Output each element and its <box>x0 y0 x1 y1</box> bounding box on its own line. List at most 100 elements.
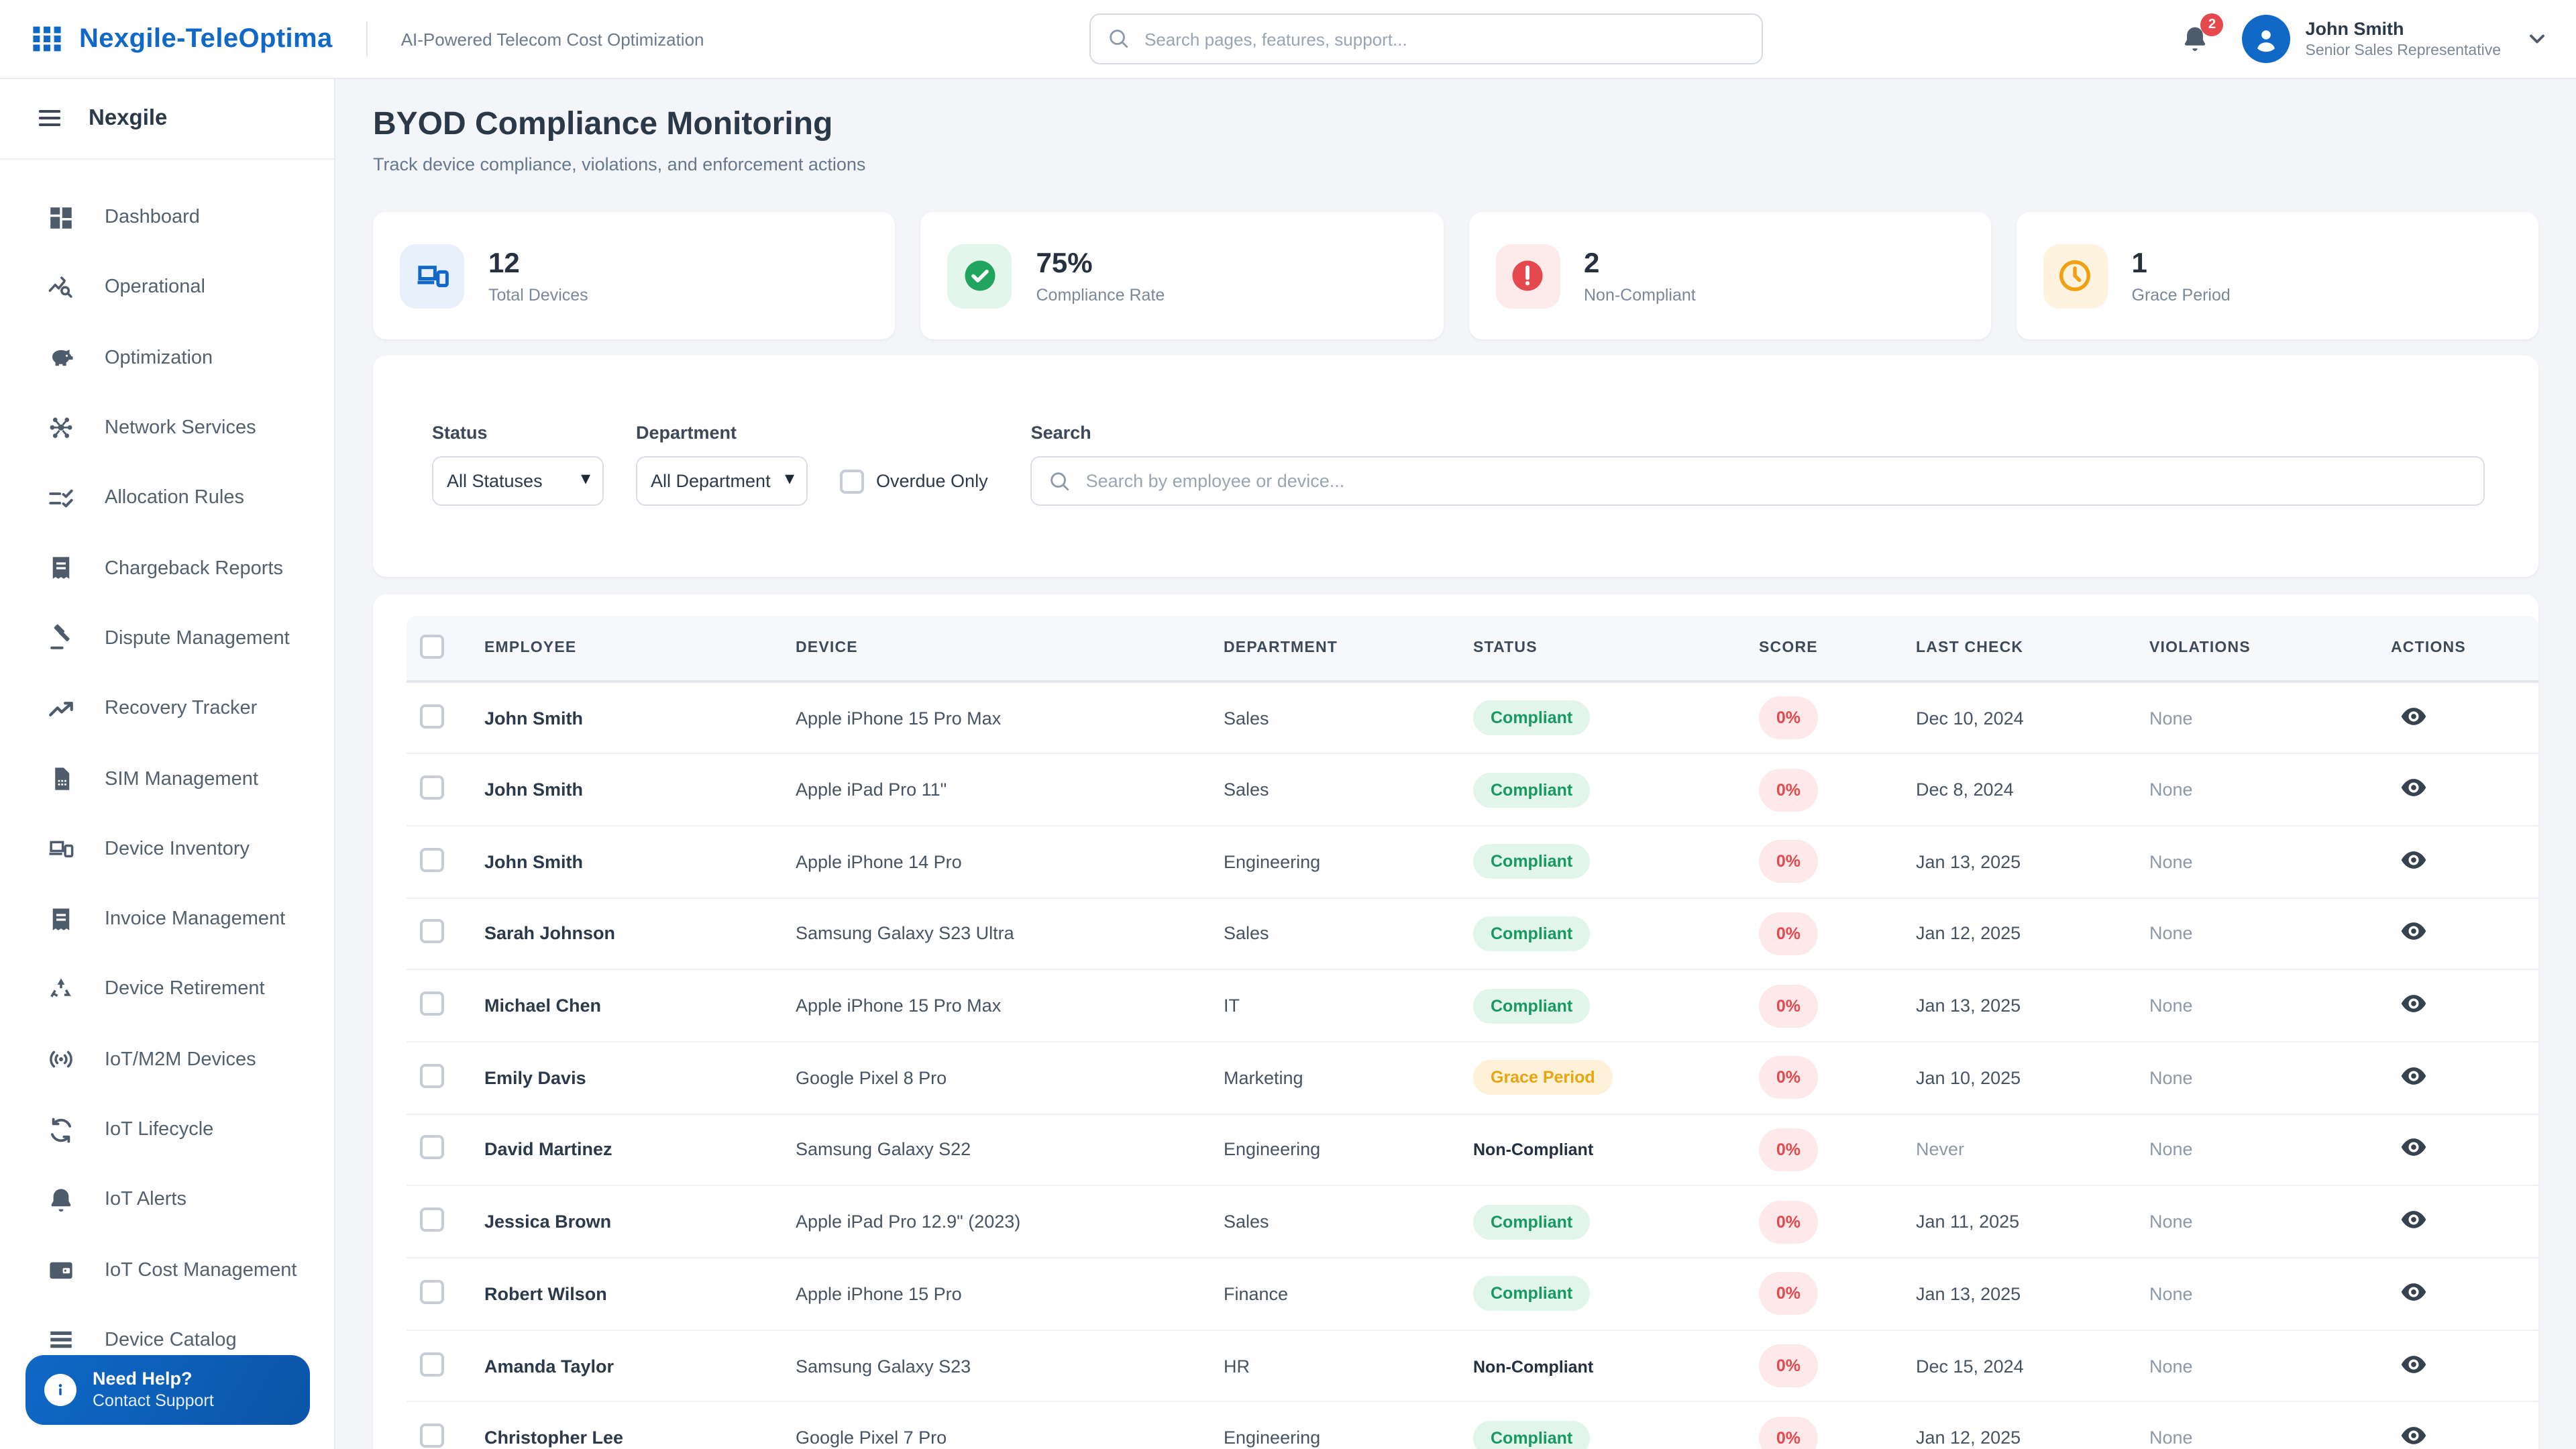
help-subtitle: Contact Support <box>93 1391 214 1411</box>
violations-cell: None <box>2139 1401 2380 1449</box>
row-checkbox[interactable] <box>420 847 444 872</box>
view-details-button[interactable] <box>2399 1133 2428 1163</box>
row-checkbox[interactable] <box>420 704 444 729</box>
view-details-button[interactable] <box>2399 1205 2428 1234</box>
column-header-status[interactable]: STATUS <box>1462 616 1748 683</box>
sidebar-item-chargeback-reports[interactable]: Chargeback Reports <box>0 533 334 604</box>
chevron-down-icon[interactable] <box>2525 27 2549 51</box>
column-header-department[interactable]: DEPARTMENT <box>1213 616 1462 683</box>
score-badge: 0% <box>1759 912 1818 955</box>
employee-cell: Jessica Brown <box>474 1185 785 1258</box>
filters-panel: Status All Statuses Department All Depar… <box>373 356 2538 577</box>
column-header-employee[interactable]: EMPLOYEE <box>474 616 785 683</box>
sidebar-item-optimization[interactable]: Optimization <box>0 323 334 393</box>
stat-value: 75% <box>1036 248 1093 278</box>
stat-value: 12 <box>488 248 520 278</box>
stat-card-total-devices: 12 Total Devices <box>373 212 896 339</box>
department-cell: IT <box>1213 969 1462 1042</box>
sidebar-item-label: Optimization <box>105 347 213 369</box>
overdue-only-filter[interactable]: Overdue Only <box>840 456 988 506</box>
department-select-wrap: All Departments <box>636 456 808 506</box>
row-checkbox[interactable] <box>420 1424 444 1448</box>
employee-cell: David Martinez <box>474 1114 785 1187</box>
row-checkbox[interactable] <box>420 1135 444 1160</box>
user-menu[interactable]: John Smith Senior Sales Representative <box>2242 15 2501 63</box>
sidebar-item-sim-management[interactable]: SIM Management <box>0 744 334 814</box>
sidebar-item-device-catalog[interactable]: Device Catalog <box>0 1305 334 1352</box>
sidebar-item-iot-cost-management[interactable]: IoT Cost Management <box>0 1235 334 1305</box>
help-card[interactable]: Need Help? Contact Support <box>25 1355 310 1425</box>
sidebar-item-network-services[interactable]: Network Services <box>0 393 334 464</box>
view-details-button[interactable] <box>2399 773 2428 802</box>
status-badge: Compliant <box>1473 916 1591 951</box>
sidebar-item-dashboard[interactable]: Dashboard <box>0 182 334 253</box>
sidebar-item-operational[interactable]: Operational <box>0 253 334 323</box>
column-header-last-check[interactable]: LAST CHECK <box>1905 616 2139 683</box>
status-badge: Non-Compliant <box>1473 1140 1594 1160</box>
stat-devices-icon <box>400 244 464 308</box>
view-details-button[interactable] <box>2399 1277 2428 1307</box>
global-search-input[interactable] <box>1089 13 1763 64</box>
sidebar-item-iot-alerts[interactable]: IoT Alerts <box>0 1165 334 1235</box>
avatar <box>2242 15 2291 63</box>
sidebar-brand: Nexgile <box>89 105 168 129</box>
row-checkbox[interactable] <box>420 775 444 800</box>
score-cell: 0% <box>1748 825 1905 899</box>
sidebar-item-invoice-management[interactable]: Invoice Management <box>0 884 334 955</box>
row-select-cell <box>407 1401 474 1449</box>
violations-cell: None <box>2139 1041 2380 1115</box>
sidebar-item-iot-m2m-devices[interactable]: IoT/M2M Devices <box>0 1024 334 1095</box>
table-search-input[interactable] <box>1030 456 2485 506</box>
eye-icon <box>2399 1133 2428 1163</box>
view-details-button[interactable] <box>2399 917 2428 947</box>
actions-cell <box>2380 1041 2538 1115</box>
score-badge: 0% <box>1759 1344 1818 1388</box>
row-checkbox[interactable] <box>420 1352 444 1377</box>
row-checkbox[interactable] <box>420 919 444 944</box>
receipt-icon <box>47 554 75 582</box>
sidebar-item-device-inventory[interactable]: Device Inventory <box>0 814 334 884</box>
device-cell: Apple iPhone 15 Pro Max <box>785 969 1213 1042</box>
row-checkbox[interactable] <box>420 1208 444 1232</box>
overdue-only-checkbox[interactable] <box>840 469 864 493</box>
column-header-score[interactable]: SCORE <box>1748 616 1905 683</box>
view-details-button[interactable] <box>2399 1349 2428 1379</box>
gavel-icon <box>47 625 75 653</box>
sidebar-item-allocation-rules[interactable]: Allocation Rules <box>0 463 334 533</box>
status-select[interactable]: All Statuses <box>432 456 604 506</box>
status-badge: Non-Compliant <box>1473 1357 1594 1377</box>
view-details-button[interactable] <box>2399 1061 2428 1091</box>
compliance-table-card: EMPLOYEE DEVICE DEPARTMENT STATUS SCORE LAST … <box>373 594 2538 1449</box>
department-cell: Sales <box>1213 682 1462 755</box>
column-header-actions[interactable]: ACTIONS <box>2380 616 2538 683</box>
eye-icon <box>2399 1421 2428 1449</box>
department-select[interactable]: All Departments <box>636 456 808 506</box>
department-cell: Sales <box>1213 753 1462 826</box>
eye-icon <box>2399 845 2428 874</box>
view-details-button[interactable] <box>2399 845 2428 874</box>
view-details-button[interactable] <box>2399 1421 2428 1449</box>
sidebar-item-recovery-tracker[interactable]: Recovery Tracker <box>0 674 334 744</box>
notifications-button[interactable]: 2 <box>2181 13 2224 54</box>
logo-grid-icon <box>30 21 64 56</box>
column-header-violations[interactable]: VIOLATIONS <box>2139 616 2380 683</box>
view-details-button[interactable] <box>2399 989 2428 1018</box>
row-checkbox[interactable] <box>420 1063 444 1088</box>
device-cell: Samsung Galaxy S23 Ultra <box>785 898 1213 971</box>
brand-logo[interactable]: Nexgile-TeleOptima AI-Powered Telecom Co… <box>30 0 704 78</box>
row-checkbox[interactable] <box>420 991 444 1016</box>
sidebar-item-iot-lifecycle[interactable]: IoT Lifecycle <box>0 1095 334 1165</box>
select-all-checkbox[interactable] <box>420 634 444 658</box>
employee-cell: Sarah Johnson <box>474 898 785 971</box>
score-badge: 0% <box>1759 1200 1818 1244</box>
row-checkbox[interactable] <box>420 1279 444 1304</box>
logo-text: Nexgile-TeleOptima <box>79 23 333 53</box>
app-tagline: AI-Powered Telecom Cost Optimization <box>400 29 704 49</box>
view-details-button[interactable] <box>2399 701 2428 731</box>
menu-toggle-button[interactable] <box>36 105 63 131</box>
employee-cell: Emily Davis <box>474 1041 785 1115</box>
sidebar-item-dispute-management[interactable]: Dispute Management <box>0 604 334 674</box>
sidebar-item-device-retirement[interactable]: Device Retirement <box>0 955 334 1025</box>
column-header-device[interactable]: DEVICE <box>785 616 1213 683</box>
page-title: BYOD Compliance Monitoring <box>373 106 833 142</box>
